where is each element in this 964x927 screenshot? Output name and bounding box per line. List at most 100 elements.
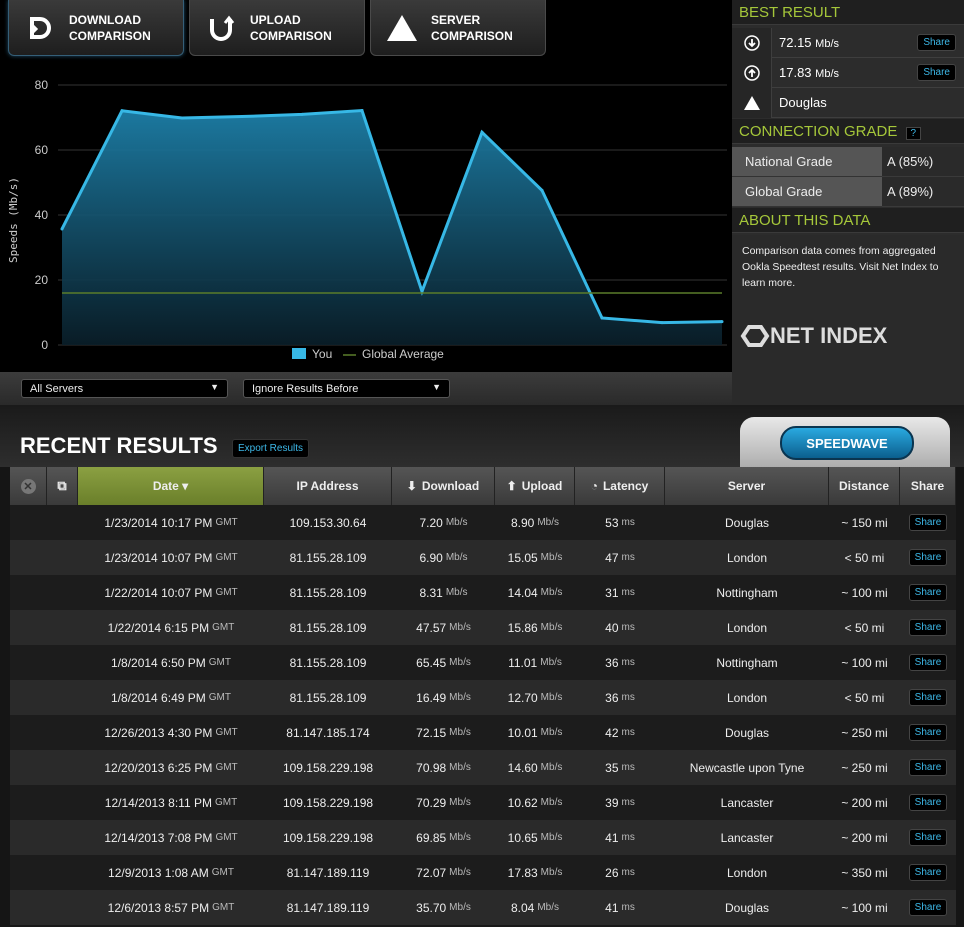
upload-arrow-icon <box>732 57 772 88</box>
download-cell: 6.90 Mb/s <box>419 550 468 565</box>
tab-upload-comparison[interactable]: Upload Comparison <box>189 0 365 56</box>
delete-column-header[interactable]: ✕ <box>10 467 47 505</box>
server-cell: Nottingham <box>716 655 778 670</box>
table-row[interactable]: 12/20/2013 6:25 PM GMT 109.158.229.198 70.9… <box>10 750 956 785</box>
speedwave-button[interactable]: SPEEDWAVE <box>780 426 914 460</box>
best-server-value: Douglas <box>779 95 827 110</box>
compare-column-header[interactable]: ⧉ <box>47 467 78 505</box>
share-button[interactable]: Share <box>908 829 948 846</box>
gauge-icon: ◔ <box>590 479 598 493</box>
help-icon[interactable]: ? <box>905 127 922 140</box>
share-button[interactable]: Share <box>908 759 948 776</box>
ip-column-header[interactable]: IP Address <box>264 467 392 505</box>
y-tick-label: 80 <box>35 78 49 92</box>
upload-header-label: Upload <box>521 479 563 493</box>
table-row[interactable]: 1/8/2014 6:50 PM GMT 81.155.28.109 65.45 Mb/… <box>10 645 956 680</box>
upload-cell: 15.86 Mb/s <box>507 620 563 635</box>
layers-icon: ⧉ <box>57 478 67 493</box>
date-cell: 1/22/2014 6:15 PM GMT <box>107 620 235 635</box>
latency-column-header[interactable]: ◔ Latency <box>575 467 665 505</box>
table-row[interactable]: 12/14/2013 7:08 PM GMT 109.158.229.198 69.8… <box>10 820 956 855</box>
server-cell: Newcastle upon Tyne <box>689 760 805 775</box>
about-data-panel: Comparison data comes from aggregated Oo… <box>732 235 964 405</box>
share-button[interactable]: Share <box>917 64 956 81</box>
close-icon: ✕ <box>20 478 36 494</box>
latency-cell: 35 ms <box>605 760 635 775</box>
share-cell: Share <box>900 855 956 890</box>
share-button[interactable]: Share <box>917 34 956 51</box>
share-button[interactable]: Share <box>908 584 948 601</box>
share-button[interactable]: Share <box>908 899 948 916</box>
ip-cell: 81.155.28.109 <box>289 655 367 670</box>
share-button[interactable]: Share <box>908 654 948 671</box>
distance-column-header[interactable]: Distance <box>829 467 900 505</box>
table-row[interactable]: 12/9/2013 1:08 AM GMT 81.147.189.119 72.07 M… <box>10 855 956 890</box>
date-cell: 1/23/2014 10:17 PM GMT <box>104 515 238 530</box>
date-cell: 12/26/2013 4:30 PM GMT <box>104 725 238 740</box>
latency-cell: 26 ms <box>605 865 635 880</box>
best-server-row: Douglas <box>732 87 964 118</box>
latency-cell: 36 ms <box>605 690 635 705</box>
share-cell: Share <box>900 890 956 925</box>
dist-cell: ~ 200 mi <box>841 830 888 845</box>
ip-cell: 109.153.30.64 <box>289 515 367 530</box>
you-data-point <box>540 188 544 192</box>
table-row[interactable]: 12/26/2013 4:30 PM GMT 81.147.185.174 72.15… <box>10 715 956 750</box>
chevron-down-icon: ▼ <box>210 382 219 392</box>
table-row[interactable]: 1/23/2014 10:17 PM GMT 109.153.30.64 7.20 Mb… <box>10 505 956 540</box>
share-cell: Share <box>900 715 956 750</box>
server-column-header[interactable]: Server <box>665 467 829 505</box>
share-button[interactable]: Share <box>908 864 948 881</box>
triangle-icon <box>732 87 772 118</box>
download-icon <box>23 11 57 45</box>
global-grade-label: Global Grade <box>732 177 882 207</box>
ip-cell: 81.147.185.174 <box>286 725 370 740</box>
upload-cell: 15.05 Mb/s <box>507 550 563 565</box>
dist-cell: < 50 mi <box>844 550 885 565</box>
speed-chart: 0 20 40 60 80 Speeds (Mb/s) You Global Average <box>7 78 727 361</box>
latency-cell: 36 ms <box>605 655 635 670</box>
table-row[interactable]: 1/23/2014 10:07 PM GMT 81.155.28.109 6.90 Mb… <box>10 540 956 575</box>
share-cell: Share <box>900 750 956 785</box>
servers-select[interactable]: All Servers ▼ <box>21 379 228 398</box>
dist-cell: < 50 mi <box>844 620 885 635</box>
global-grade-value: A (89%) <box>882 177 964 207</box>
filter-bar: All Servers ▼ Ignore Results Before ▼ <box>0 372 732 405</box>
ignore-before-select[interactable]: Ignore Results Before ▼ <box>243 379 450 398</box>
latency-cell: 41 ms <box>605 830 635 845</box>
upload-column-header[interactable]: ⬆ Upload <box>495 467 575 505</box>
download-column-header[interactable]: ⬇ Download <box>392 467 495 505</box>
table-row[interactable]: 12/14/2013 8:11 PM GMT 109.158.229.198 70.2… <box>10 785 956 820</box>
ip-cell: 81.155.28.109 <box>289 585 367 600</box>
share-button[interactable]: Share <box>908 549 948 566</box>
share-cell: Share <box>900 610 956 645</box>
share-cell: Share <box>900 540 956 575</box>
you-data-point <box>180 116 184 120</box>
date-cell: 1/22/2014 10:07 PM GMT <box>104 585 238 600</box>
net-index-logo[interactable]: NET INDEX <box>740 323 887 349</box>
table-row[interactable]: 1/8/2014 6:49 PM GMT 81.155.28.109 16.49 Mb/… <box>10 680 956 715</box>
share-button[interactable]: Share <box>908 619 948 636</box>
share-button[interactable]: Share <box>908 794 948 811</box>
upload-cell: 10.65 Mb/s <box>507 830 563 845</box>
download-header-label: Download <box>421 479 480 493</box>
export-results-button[interactable]: Export Results <box>232 439 310 458</box>
comparison-panel: Download Comparison Upload Comparison Se… <box>0 0 732 405</box>
tab-download-comparison[interactable]: Download Comparison <box>8 0 184 56</box>
server-cell: London <box>726 865 768 880</box>
upload-cell: 17.83 Mb/s <box>507 865 563 880</box>
table-row[interactable]: 1/22/2014 6:15 PM GMT 81.155.28.109 47.57 Mb… <box>10 610 956 645</box>
upload-cell: 10.62 Mb/s <box>507 795 563 810</box>
share-button[interactable]: Share <box>908 724 948 741</box>
download-cell: 70.29 Mb/s <box>416 795 471 810</box>
net-index-wordmark: NET INDEX <box>770 323 888 348</box>
tab-server-comparison[interactable]: Server Comparison <box>370 0 546 56</box>
table-row[interactable]: 12/6/2013 8:57 PM GMT 81.147.189.119 35.70 M… <box>10 890 956 925</box>
table-row[interactable]: 1/22/2014 10:07 PM GMT 81.155.28.109 8.31 Mb… <box>10 575 956 610</box>
share-button[interactable]: Share <box>908 689 948 706</box>
upload-cell: 14.60 Mb/s <box>507 760 563 775</box>
ip-cell: 81.155.28.109 <box>289 550 367 565</box>
date-column-header[interactable]: Date ▾ <box>78 467 264 505</box>
share-button[interactable]: Share <box>908 514 948 531</box>
you-area <box>62 110 722 345</box>
